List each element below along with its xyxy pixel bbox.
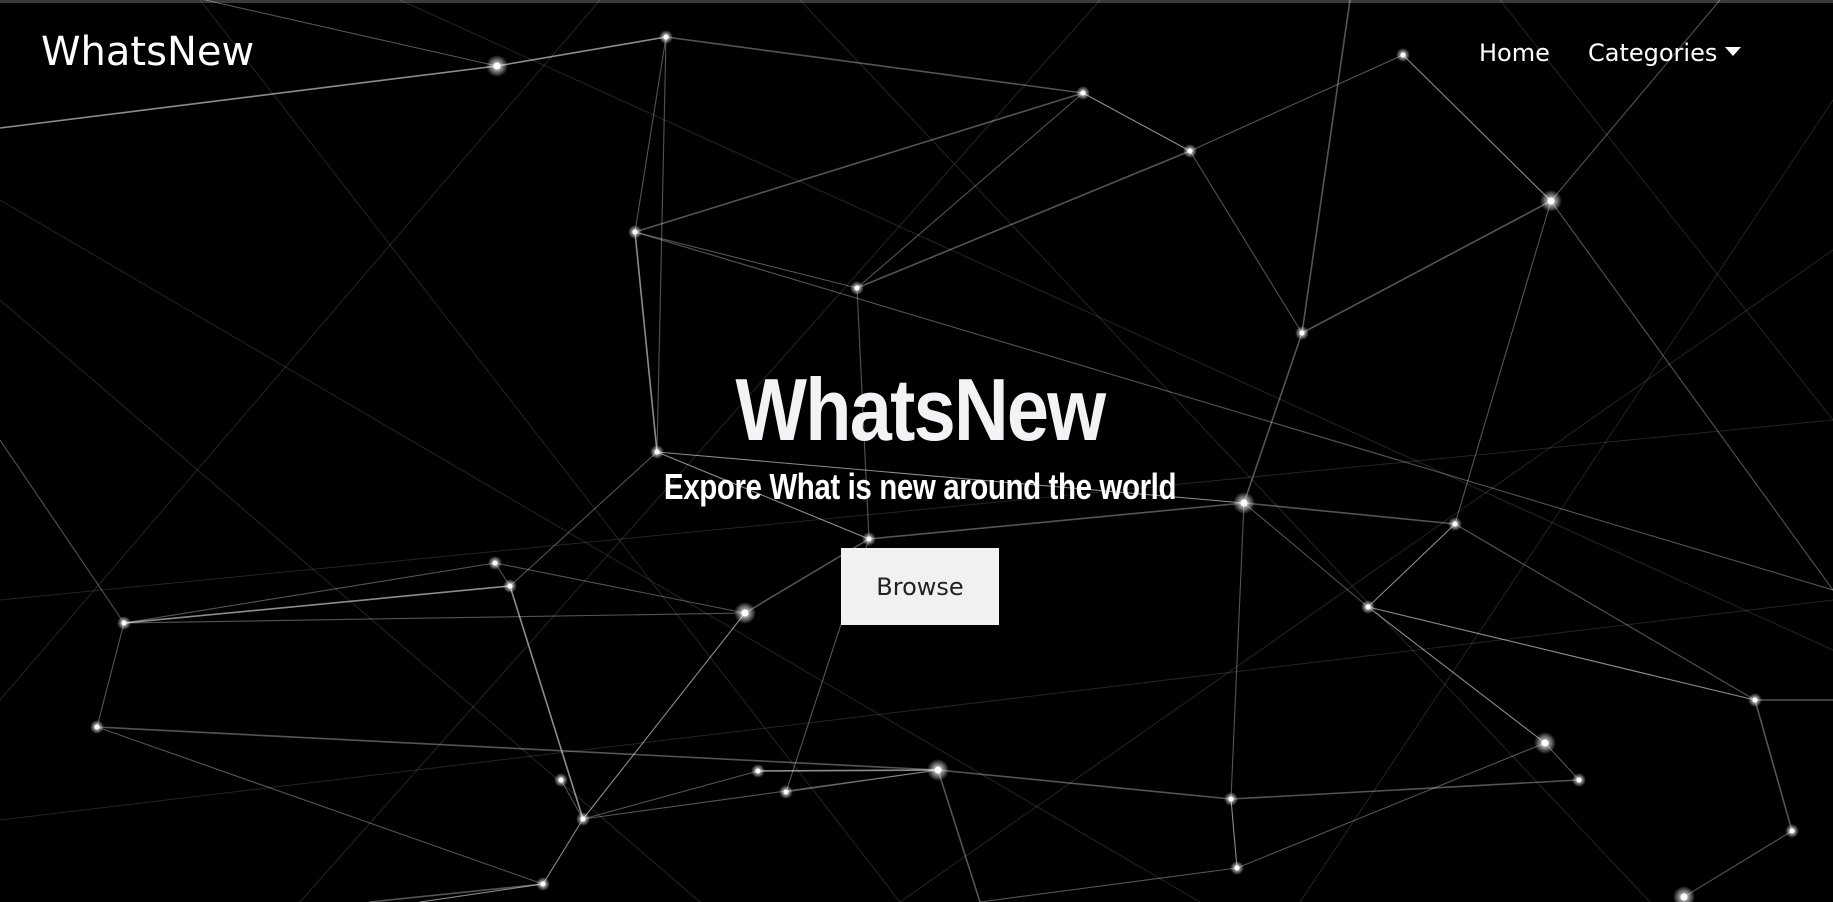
browse-button[interactable]: Browse [841,548,999,625]
network-line [0,599,1833,821]
caret-down-icon [1725,47,1742,56]
network-line [937,769,981,902]
network-node [1452,521,1458,527]
network-line [582,612,746,820]
hero-subtitle: Expore What is new around the world [663,466,1177,507]
network-line [1230,502,1245,800]
nav-categories-dropdown[interactable]: Categories [1588,39,1742,67]
network-line [494,562,746,614]
network-node [558,777,564,783]
network-line [634,92,1084,233]
network-node [1680,893,1688,901]
network-line [1301,200,1552,334]
network-node [1187,148,1193,154]
network-node [540,881,546,887]
network-node [1789,828,1795,834]
nav-categories-label: Categories [1588,39,1718,67]
network-node [492,560,498,566]
network-line [1754,699,1793,832]
network-line [509,585,584,820]
network-node [866,536,872,542]
network-line [369,883,544,902]
network-line [1230,798,1238,869]
network-line [542,818,584,885]
network-node [934,766,942,774]
network-node [783,789,789,795]
network-line [1230,779,1580,800]
hero-section: WhatsNew Expore What is new around the w… [0,360,1833,509]
network-node [1234,865,1240,871]
network-node [632,229,638,235]
network-node [1576,777,1582,783]
network-line [96,726,544,885]
nav-home-link[interactable]: Home [1479,39,1550,67]
network-node [121,620,127,626]
navbar: WhatsNew Home Categories [0,3,1833,103]
network-node [755,768,761,774]
network-line [96,622,125,728]
network-node [507,583,513,589]
network-line [1683,830,1793,898]
network-line [757,769,939,772]
network-line [979,867,1238,902]
network-line [96,726,939,771]
network-line [1367,606,1756,701]
network-line [419,883,544,902]
network-node [94,724,100,730]
network-node [1547,197,1555,205]
hero-title: WhatsNew [735,360,1107,459]
network-line [1454,523,1756,701]
network-node [580,816,586,822]
network-line [899,249,1833,902]
network-line [634,231,858,289]
network-node [741,609,749,617]
brand-logo-link[interactable]: WhatsNew [41,29,254,75]
network-node [1228,796,1234,802]
network-line [1243,502,1369,608]
network-line [856,150,1191,289]
network-node [1299,330,1305,336]
network-line [1236,742,1546,869]
network-node [1365,604,1371,610]
network-line [582,770,759,820]
network-line [1367,606,1546,744]
network-node [1541,739,1549,747]
network-node [1752,697,1758,703]
network-node [854,285,860,291]
network-line [1189,150,1303,334]
